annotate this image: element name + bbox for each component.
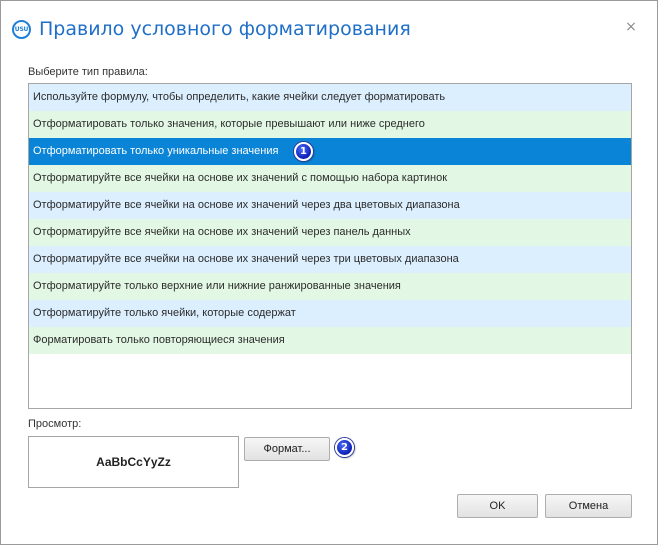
rule-item[interactable]: Отформатируйте только ячейки, которые со… [29,300,631,327]
rule-item-label: Отформатируйте только верхние или нижние… [33,280,401,292]
rule-item[interactable]: Отформатируйте все ячейки на основе их з… [29,246,631,273]
cancel-button[interactable]: Отмена [545,494,632,518]
numbered-marker-icon: 2 [335,438,354,457]
title-bar: USU Правило условного форматирования × [1,1,657,55]
rule-item[interactable]: Отформатировать только значения, которые… [29,111,631,138]
conditional-formatting-dialog: USU Правило условного форматирования × В… [0,0,658,545]
app-icon-text: USU [14,26,29,33]
rule-item-label: Отформатируйте все ячейки на основе их з… [33,199,460,211]
usu-logo-icon: USU [12,20,31,39]
rule-item-label: Отформатируйте все ячейки на основе их з… [33,253,459,265]
rule-type-list[interactable]: Используйте формулу, чтобы определить, к… [28,83,632,409]
rule-item-label: Отформатировать только уникальные значен… [33,145,279,157]
rule-item-label: Отформатируйте все ячейки на основе их з… [33,172,448,184]
rule-item-label: Отформатировать только значения, которые… [33,118,425,130]
ok-button[interactable]: OK [457,494,538,518]
rule-item[interactable]: Отформатировать только уникальные значен… [29,138,631,165]
preview-sample-text: AaBbCcYyZz [96,455,171,469]
rule-item[interactable]: Форматировать только повторяющиеся значе… [29,327,631,354]
dialog-title: Правило условного форматирования [39,18,411,40]
rule-item-label: Отформатируйте все ячейки на основе их з… [33,226,411,238]
rule-type-label: Выберите тип правила: [28,66,148,78]
rule-item[interactable]: Отформатируйте все ячейки на основе их з… [29,192,631,219]
close-icon[interactable]: × [623,18,639,36]
rule-item[interactable]: Отформатируйте все ячейки на основе их з… [29,165,631,192]
rule-item[interactable]: Используйте формулу, чтобы определить, к… [29,84,631,111]
rule-item-label: Используйте формулу, чтобы определить, к… [33,91,446,103]
numbered-marker-icon: 1 [294,142,313,161]
rule-item-label: Форматировать только повторяющиеся значе… [33,334,285,346]
rule-item[interactable]: Отформатируйте все ячейки на основе их з… [29,219,631,246]
preview-label: Просмотр: [28,418,82,430]
format-button[interactable]: Формат... [244,437,330,461]
rule-item-label: Отформатируйте только ячейки, которые со… [33,307,296,319]
preview-box: AaBbCcYyZz [28,436,239,488]
rule-item[interactable]: Отформатируйте только верхние или нижние… [29,273,631,300]
